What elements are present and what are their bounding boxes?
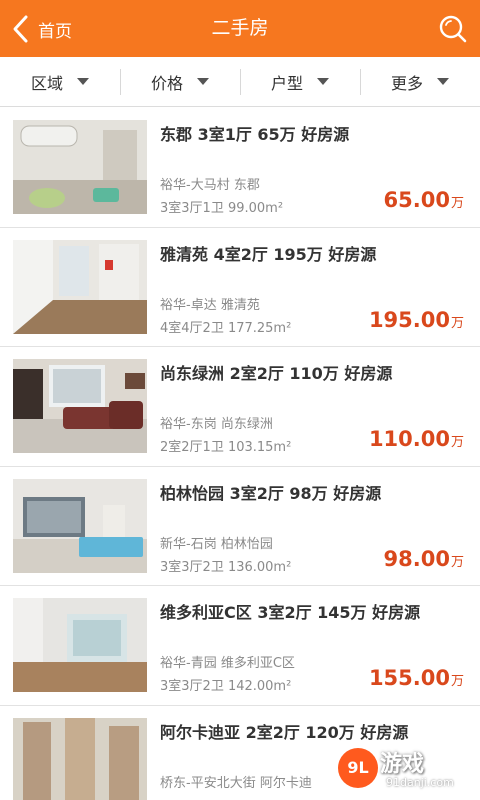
watermark-url: 91danji.com <box>386 776 454 789</box>
listing-item[interactable]: 维多利亚C区 3室2厅 145万 好房源 裕华-青园 维多利亚C区 3室3厅2卫… <box>0 586 480 706</box>
listing-title: 尚东绿洲 2室2厅 110万 好房源 <box>160 364 393 383</box>
listing-spec: 3室3厅2卫 136.00m² <box>160 559 292 575</box>
filter-layout[interactable]: 户型 <box>240 67 360 97</box>
page-title: 二手房 <box>211 17 269 39</box>
listing-price: 195.00万 <box>369 308 464 332</box>
listing-spec: 3室3厅2卫 142.00m² <box>160 679 292 694</box>
header-bar: 首页 二手房 <box>0 0 480 57</box>
listing-location: 裕华-卓达 雅清苑 <box>160 297 260 313</box>
listing-item[interactable]: 雅清苑 4室2厅 195万 好房源 裕华-卓达 雅清苑 4室4厅2卫 177.2… <box>0 227 480 347</box>
listing-title: 雅清苑 4室2厅 195万 好房源 <box>160 244 377 264</box>
listing-location: 桥东-平安北大街 阿尔卡迪 <box>160 775 312 791</box>
price-value: 195.00 <box>368 307 450 332</box>
listing-list: 东郡 3室1厅 65万 好房源 裕华-大马村 东郡 3室3厅1卫 99.00m²… <box>0 108 480 800</box>
listing-photo <box>13 478 147 573</box>
listing-price: 110.00万 <box>369 427 464 451</box>
listing-spec: 3室3厅1卫 99.00m² <box>160 201 284 216</box>
watermark-badge: 9L <box>338 748 378 788</box>
listing-title: 维多利亚C区 3室2厅 145万 好房源 <box>160 603 421 622</box>
filter-bar: 区域 价格 户型 更多 <box>0 57 480 107</box>
price-unit: 万 <box>450 435 464 450</box>
price-value: 155.00 <box>368 666 450 690</box>
listing-item[interactable]: 东郡 3室1厅 65万 好房源 裕华-大马村 东郡 3室3厅1卫 99.00m²… <box>0 108 480 228</box>
listing-spec: 4室4厅2卫 177.25m² <box>160 320 292 336</box>
price-unit: 万 <box>450 674 464 689</box>
listing-price: 98.00万 <box>384 547 464 571</box>
listing-location: 裕华-青园 维多利亚C区 <box>160 656 295 671</box>
listing-photo <box>13 120 147 214</box>
dropdown-arrow-icon <box>437 78 449 85</box>
dropdown-arrow-icon <box>317 78 329 85</box>
price-value: 98.00 <box>383 546 450 571</box>
price-value: 110.00 <box>368 427 450 451</box>
filter-region[interactable]: 区域 <box>0 67 120 97</box>
listing-title: 阿尔卡迪亚 2室2厅 120万 好房源 <box>160 722 409 742</box>
dropdown-arrow-icon <box>77 78 89 85</box>
price-value: 65.00 <box>383 188 450 212</box>
listing-photo <box>13 359 147 453</box>
listing-price: 65.00万 <box>384 188 464 212</box>
price-unit: 万 <box>450 554 464 570</box>
listing-item[interactable]: 柏林怡园 3室2厅 98万 好房源 新华-石岗 柏林怡园 3室3厅2卫 136.… <box>0 466 480 586</box>
filter-more[interactable]: 更多 <box>360 67 480 97</box>
filter-label: 户型 <box>270 73 303 93</box>
listing-location: 新华-石岗 柏林怡园 <box>160 536 273 552</box>
filter-price[interactable]: 价格 <box>120 67 240 97</box>
listing-photo <box>13 239 147 334</box>
listing-title: 柏林怡园 3室2厅 98万 好房源 <box>160 483 382 503</box>
price-unit: 万 <box>450 315 464 331</box>
watermark-logo: 9L 游戏 91danji.com <box>338 742 472 796</box>
listing-location: 裕华-东岗 尚东绿洲 <box>160 417 273 432</box>
filter-label: 价格 <box>150 73 183 93</box>
price-unit: 万 <box>450 196 464 211</box>
watermark-text: 游戏 <box>380 752 425 777</box>
listing-photo <box>13 598 147 692</box>
filter-label: 区域 <box>30 73 63 93</box>
listing-spec: 2室2厅1卫 103.15m² <box>160 440 292 455</box>
listing-photo <box>13 717 147 800</box>
filter-label: 更多 <box>390 73 423 93</box>
search-icon[interactable] <box>438 14 468 44</box>
listing-price: 155.00万 <box>369 666 464 690</box>
listing-title: 东郡 3室1厅 65万 好房源 <box>160 125 350 144</box>
dropdown-arrow-icon <box>197 78 209 85</box>
listing-location: 裕华-大马村 东郡 <box>160 178 260 193</box>
listing-item[interactable]: 尚东绿洲 2室2厅 110万 好房源 裕华-东岗 尚东绿洲 2室2厅1卫 103… <box>0 347 480 467</box>
